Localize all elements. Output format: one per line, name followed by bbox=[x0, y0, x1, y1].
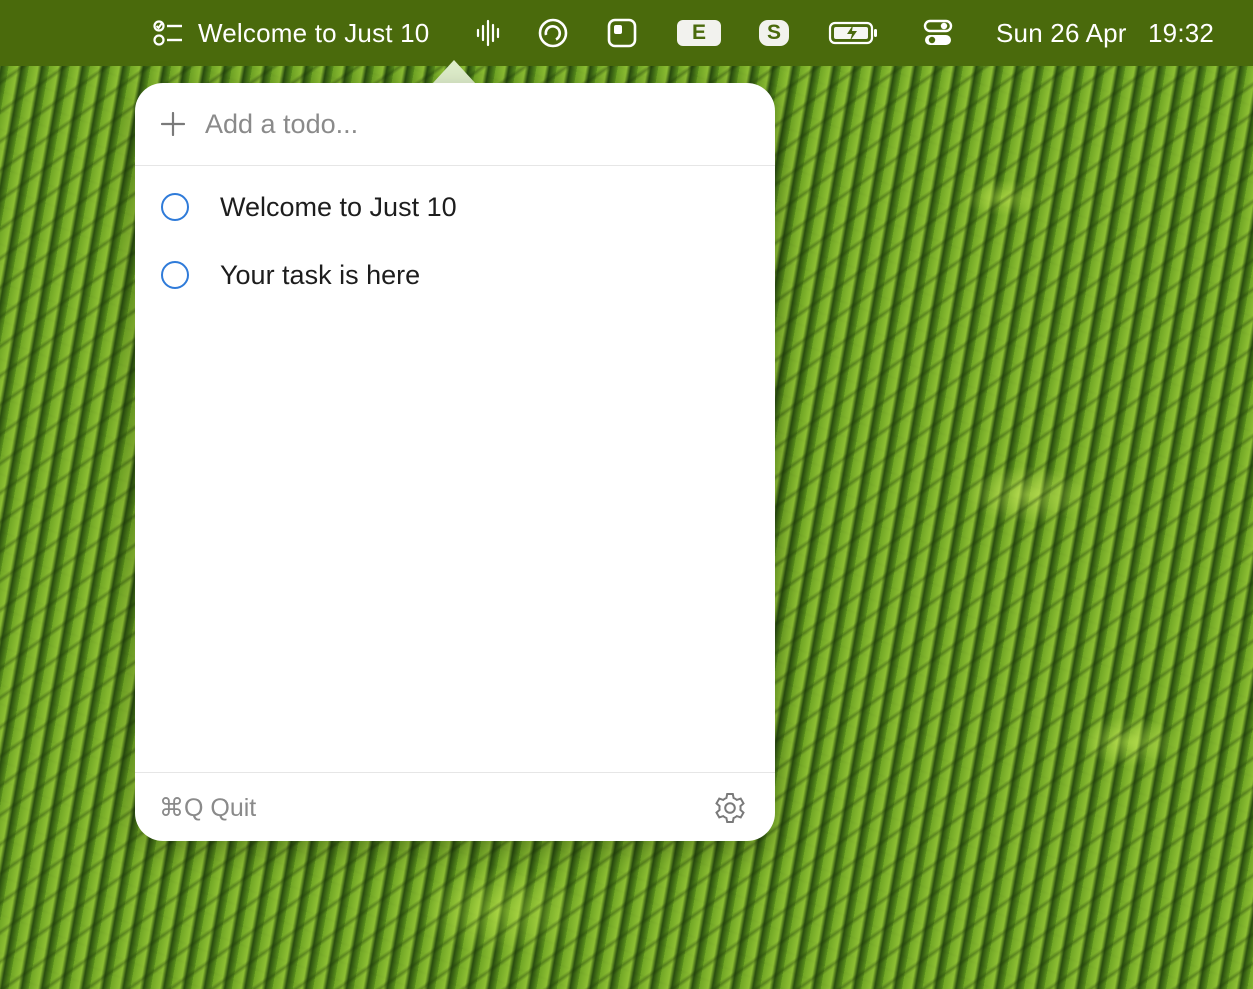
time-text: 19:32 bbox=[1148, 17, 1215, 48]
gear-icon[interactable] bbox=[713, 791, 747, 825]
app-title-text: Welcome to Just 10 bbox=[198, 17, 430, 48]
letter-s-badge: S bbox=[759, 20, 789, 46]
letter-e-badge: E bbox=[677, 20, 721, 46]
todo-item[interactable]: Your task is here bbox=[135, 241, 775, 309]
date-text: Sun 26 Apr bbox=[996, 17, 1127, 48]
add-todo-input[interactable] bbox=[205, 103, 745, 145]
circle-sync-icon[interactable] bbox=[535, 0, 571, 66]
control-center-icon[interactable] bbox=[920, 0, 956, 66]
todo-item[interactable]: Welcome to Just 10 bbox=[135, 173, 775, 241]
desktop-wallpaper: Welcome to Just 10 E S Sun 26 Apr 19:32 … bbox=[0, 0, 1253, 989]
menubar-date[interactable]: Sun 26 Apr bbox=[996, 0, 1136, 66]
menubar-time[interactable]: 19:32 bbox=[1148, 0, 1228, 66]
menu-bar: Welcome to Just 10 E S Sun 26 Apr 19:32 bbox=[0, 0, 1253, 66]
waveform-icon[interactable] bbox=[472, 0, 506, 66]
todo-popover: Welcome to Just 10 Your task is here ⌘Q … bbox=[135, 83, 775, 841]
plus-icon[interactable] bbox=[161, 112, 185, 136]
checklist-icon[interactable] bbox=[150, 0, 186, 66]
todo-label: Welcome to Just 10 bbox=[220, 191, 457, 222]
popover-arrow bbox=[432, 60, 476, 84]
quit-button[interactable]: ⌘Q Quit bbox=[159, 793, 256, 823]
letter-e-icon[interactable]: E bbox=[676, 0, 722, 66]
todo-checkbox[interactable] bbox=[161, 193, 189, 221]
window-icon[interactable] bbox=[604, 0, 640, 66]
add-todo-row bbox=[135, 83, 775, 166]
todo-checkbox[interactable] bbox=[161, 261, 189, 289]
popover-footer: ⌘Q Quit bbox=[135, 772, 775, 841]
menubar-app-title[interactable]: Welcome to Just 10 bbox=[198, 0, 438, 66]
letter-s-icon[interactable]: S bbox=[757, 0, 791, 66]
todo-list: Welcome to Just 10 Your task is here bbox=[135, 173, 775, 309]
battery-icon[interactable] bbox=[826, 0, 882, 66]
todo-label: Your task is here bbox=[220, 259, 421, 290]
